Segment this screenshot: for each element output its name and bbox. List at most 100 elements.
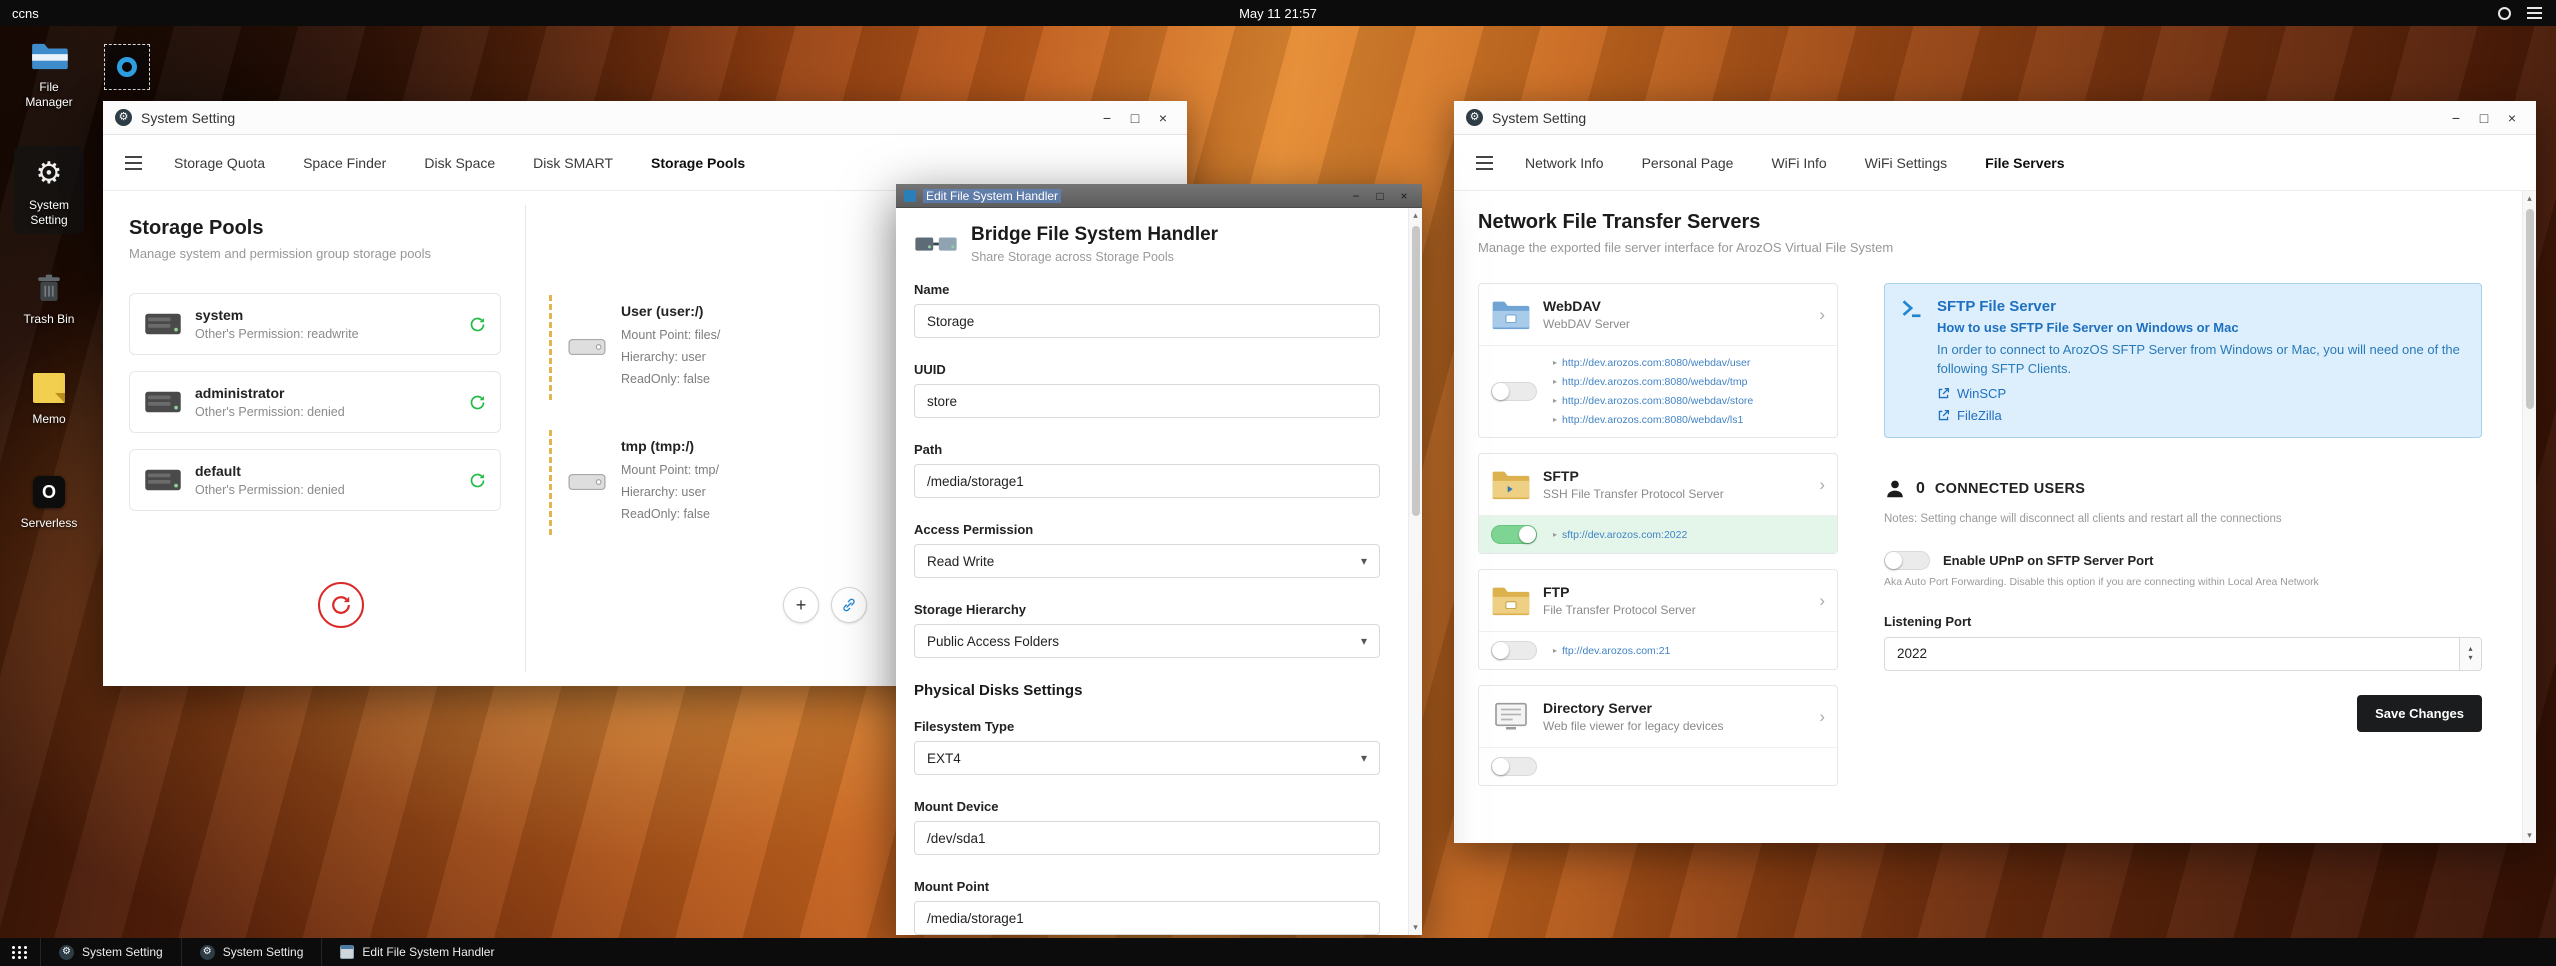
storage-pool-item[interactable]: system Other's Permission: readwrite: [129, 293, 501, 355]
desktop-icon-system-setting[interactable]: ⚙ System Setting: [14, 146, 84, 234]
tab-personal-page[interactable]: Personal Page: [1623, 135, 1753, 190]
close-button[interactable]: ×: [2500, 110, 2524, 126]
desktop-icon-trash-bin[interactable]: Trash Bin: [14, 268, 84, 327]
number-spinner[interactable]: ▴ ▾: [2459, 637, 2481, 670]
upnp-toggle[interactable]: [1884, 550, 1930, 570]
spin-up-icon[interactable]: ▴: [2468, 645, 2472, 653]
scroll-up-icon[interactable]: ▴: [2527, 194, 2532, 203]
status-ring-icon[interactable]: [2498, 6, 2511, 20]
minimize-button[interactable]: −: [1346, 189, 1366, 203]
bridge-storage-button[interactable]: [831, 587, 867, 623]
storage-pool-item[interactable]: administrator Other's Permission: denied: [129, 371, 501, 433]
storage-pool-item[interactable]: default Other's Permission: denied: [129, 449, 501, 511]
scrollbar-thumb[interactable]: [2526, 209, 2534, 409]
tab-disk-smart[interactable]: Disk SMART: [514, 135, 632, 190]
sftp-info-panel: SFTP File Server How to use SFTP File Se…: [1884, 283, 2482, 438]
webdav-link[interactable]: ▸ http://dev.arozos.com:8080/webdav/ls1: [1553, 412, 1753, 428]
filezilla-link[interactable]: FileZilla: [1937, 408, 2465, 423]
sftp-link[interactable]: ▸ sftp://dev.arozos.com:2022: [1553, 527, 1687, 543]
ftp-link[interactable]: ▸ ftp://dev.arozos.com:21: [1553, 643, 1670, 659]
scroll-down-icon[interactable]: ▾: [1413, 923, 1418, 932]
uuid-input[interactable]: [914, 384, 1380, 418]
webdav-link[interactable]: ▸ http://dev.arozos.com:8080/webdav/user: [1553, 355, 1753, 371]
tab-file-servers[interactable]: File Servers: [1966, 135, 2083, 190]
webdav-link[interactable]: ▸ http://dev.arozos.com:8080/webdav/store: [1553, 393, 1753, 409]
sftp-server-row[interactable]: SFTP SSH File Transfer Protocol Server ›: [1479, 454, 1837, 515]
name-input[interactable]: [914, 304, 1380, 338]
access-permission-select[interactable]: Read Write ▾: [914, 544, 1380, 578]
mount-device-input[interactable]: [914, 821, 1380, 855]
tab-menu-icon[interactable]: [1462, 155, 1506, 170]
ftp-server-row[interactable]: FTP File Transfer Protocol Server ›: [1479, 570, 1837, 631]
winscp-link[interactable]: WinSCP: [1937, 386, 2465, 401]
refresh-pools-button[interactable]: [318, 582, 364, 628]
tab-wifi-settings[interactable]: WiFi Settings: [1846, 135, 1966, 190]
tab-disk-space[interactable]: Disk Space: [405, 135, 514, 190]
chevron-right-icon[interactable]: ›: [1819, 591, 1825, 611]
desktop-icon-shortcut-selected[interactable]: [104, 44, 150, 90]
scroll-up-icon[interactable]: ▴: [1413, 211, 1418, 220]
window-titlebar[interactable]: ⚙ System Setting − □ ×: [103, 101, 1187, 135]
taskbar-item-edit-fsh[interactable]: Edit File System Handler: [321, 938, 512, 966]
scrollbar[interactable]: ▴ ▾: [2522, 191, 2536, 843]
webdav-toggle[interactable]: [1491, 382, 1537, 401]
scrollbar[interactable]: ▴ ▾: [1408, 208, 1422, 935]
drive-icon: [568, 469, 606, 495]
window-titlebar[interactable]: Edit File System Handler − □ ×: [896, 184, 1422, 208]
save-changes-button[interactable]: Save Changes: [2357, 694, 2482, 732]
window-icon: [340, 945, 355, 959]
caret-down-icon: ▾: [1360, 634, 1367, 648]
sync-icon[interactable]: [469, 394, 486, 411]
spin-down-icon[interactable]: ▾: [2468, 654, 2472, 662]
maximize-button[interactable]: □: [1370, 189, 1390, 203]
upnp-label: Enable UPnP on SFTP Server Port: [1943, 552, 2154, 568]
storage-hierarchy-select[interactable]: Public Access Folders ▾: [914, 624, 1380, 658]
tab-space-finder[interactable]: Space Finder: [284, 135, 405, 190]
desktop-icon-file-manager[interactable]: File Manager: [14, 36, 84, 110]
path-input[interactable]: [914, 464, 1380, 498]
minimize-button[interactable]: −: [1095, 110, 1119, 126]
sync-icon[interactable]: [469, 472, 486, 489]
maximize-button[interactable]: □: [2472, 110, 2496, 126]
app-launcher-button[interactable]: [0, 938, 40, 966]
mount-name: tmp (tmp:/): [621, 438, 695, 454]
directory-toggle[interactable]: [1491, 757, 1537, 776]
taskbar-item-system-setting-2[interactable]: ⚙ System Setting: [180, 938, 322, 966]
filesystem-type-select[interactable]: EXT4 ▾: [914, 741, 1380, 775]
listening-port-label: Listening Port: [1884, 613, 1972, 629]
sync-icon[interactable]: [469, 316, 486, 333]
connected-users-count: 0: [1916, 479, 1925, 497]
mount-point-input[interactable]: [914, 901, 1380, 935]
sftp-toggle[interactable]: [1491, 525, 1537, 544]
chevron-right-icon[interactable]: ›: [1819, 305, 1825, 325]
chevron-right-icon[interactable]: ›: [1819, 475, 1825, 495]
add-storage-button[interactable]: +: [783, 587, 819, 623]
tab-wifi-info[interactable]: WiFi Info: [1752, 135, 1845, 190]
taskbar-item-system-setting-1[interactable]: ⚙ System Setting: [40, 938, 181, 966]
connected-users-note: Notes: Setting change will disconnect al…: [1884, 512, 2282, 525]
chevron-right-icon[interactable]: ›: [1819, 707, 1825, 727]
listening-port-input[interactable]: [1884, 636, 2482, 671]
tab-bar: Network Info Personal Page WiFi Info WiF…: [1454, 135, 2536, 191]
desktop-icon-memo[interactable]: Memo: [14, 368, 84, 427]
scroll-down-icon[interactable]: ▾: [2527, 831, 2532, 840]
webdav-server-row[interactable]: WebDAV WebDAV Server ›: [1479, 284, 1837, 345]
tab-network-info[interactable]: Network Info: [1506, 135, 1623, 190]
tab-storage-quota[interactable]: Storage Quota: [155, 135, 284, 190]
webdav-link[interactable]: ▸ http://dev.arozos.com:8080/webdav/tmp: [1553, 374, 1753, 390]
mount-device-label: Mount Device: [914, 799, 999, 814]
close-button[interactable]: ×: [1151, 110, 1175, 126]
minimize-button[interactable]: −: [2444, 110, 2468, 126]
maximize-button[interactable]: □: [1123, 110, 1147, 126]
tab-storage-pools[interactable]: Storage Pools: [632, 135, 764, 190]
server-desc: Web file viewer for legacy devices: [1543, 719, 1724, 733]
window-titlebar[interactable]: ⚙ System Setting − □ ×: [1454, 101, 2536, 135]
ftp-toggle[interactable]: [1491, 641, 1537, 660]
close-button[interactable]: ×: [1394, 189, 1414, 203]
tab-menu-icon[interactable]: [111, 155, 155, 170]
topbar-menu-icon[interactable]: [2527, 7, 2542, 19]
directory-server-row[interactable]: Directory Server Web file viewer for leg…: [1479, 686, 1837, 747]
scrollbar-thumb[interactable]: [1412, 226, 1420, 516]
mount-hierarchy: Hierarchy: user: [621, 350, 706, 364]
desktop-icon-serverless[interactable]: O Serverless: [14, 472, 84, 531]
